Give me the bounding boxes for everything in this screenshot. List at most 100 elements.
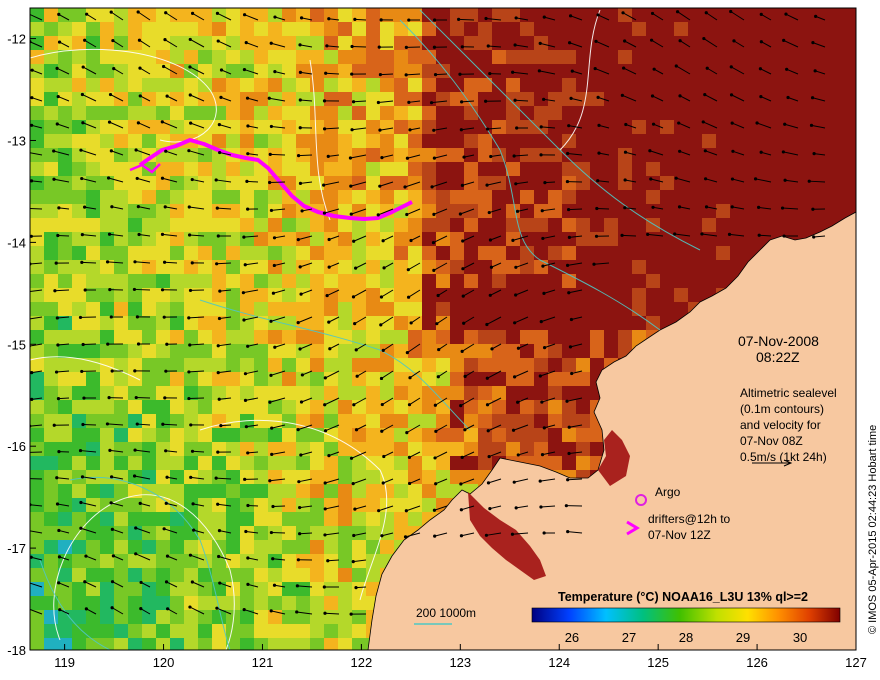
velocity-vector-head: [135, 176, 139, 181]
velocity-vector: [622, 234, 637, 237]
sst-cell: [366, 428, 381, 443]
velocity-vector-head: [219, 95, 223, 99]
velocity-vector: [134, 288, 151, 291]
sst-cell: [674, 190, 689, 205]
sst-cell: [282, 470, 297, 485]
velocity-vector-head: [486, 429, 490, 433]
sst-cell: [534, 344, 549, 359]
colorbar-tick-label: 27: [622, 630, 636, 645]
sst-cell: [618, 246, 633, 261]
velocity-vector-head: [379, 323, 383, 327]
sst-cell: [128, 64, 143, 79]
sst-cell: [366, 484, 381, 499]
sst-cell: [352, 358, 367, 373]
velocity-vector-head: [784, 12, 788, 16]
sst-cell: [198, 358, 213, 373]
sst-cell: [170, 218, 185, 233]
sst-cell: [240, 330, 255, 345]
sst-cell: [198, 344, 213, 359]
sst-cell: [632, 274, 647, 289]
velocity-vector-head: [783, 122, 787, 126]
velocity-vector-head: [83, 205, 87, 209]
sst-cell: [324, 134, 339, 149]
velocity-vector-head: [379, 376, 384, 381]
sst-cell: [212, 400, 227, 415]
sst-cell: [394, 134, 409, 149]
sst-cell: [282, 344, 297, 359]
sst-cell: [170, 372, 185, 387]
velocity-vector-head: [218, 581, 222, 585]
sst-cell: [296, 78, 311, 93]
sst-cell: [534, 232, 549, 247]
sst-cell: [786, 50, 801, 65]
velocity-vector-head: [514, 16, 518, 20]
sst-cell: [632, 50, 647, 65]
sst-cell: [464, 386, 479, 401]
sst-cell: [226, 568, 241, 583]
velocity-vector-head: [326, 559, 330, 563]
sst-cell: [100, 36, 115, 51]
sst-cell: [828, 92, 843, 107]
velocity-vector-head: [190, 261, 194, 265]
sst-cell: [758, 106, 773, 121]
velocity-vector-head: [597, 123, 601, 127]
velocity-vector-head: [729, 93, 734, 97]
velocity-vector-head: [216, 450, 220, 454]
sst-cell: [226, 400, 241, 415]
sst-cell: [30, 260, 45, 275]
sst-cell: [310, 414, 325, 429]
sst-cell: [30, 162, 45, 177]
sst-cell: [338, 540, 353, 555]
sst-cell: [226, 204, 241, 219]
velocity-vector-head: [459, 482, 463, 486]
velocity-vector-head: [300, 209, 304, 213]
sst-cell: [170, 274, 185, 289]
sst-cell: [548, 106, 563, 121]
sst-cell: [632, 232, 647, 247]
velocity-vector-head: [811, 207, 815, 211]
sst-cell: [660, 50, 675, 65]
velocity-vector-head: [105, 260, 110, 264]
sst-cell: [324, 512, 339, 527]
sst-cell: [744, 162, 759, 177]
sst-cell: [562, 400, 577, 415]
velocity-vector-head: [516, 400, 520, 404]
sst-cell: [128, 204, 143, 219]
sst-cell: [366, 316, 381, 331]
sst-cell: [758, 162, 773, 177]
sst-cell: [394, 512, 409, 527]
velocity-vector: [596, 207, 610, 210]
sst-cell: [800, 8, 815, 23]
sst-cell: [436, 162, 451, 177]
velocity-vector-head: [323, 481, 327, 485]
velocity-vector-head: [298, 265, 302, 269]
sst-cell: [254, 106, 269, 121]
sst-cell: [660, 8, 675, 23]
velocity-vector-head: [541, 236, 545, 241]
velocity-vector-head: [26, 607, 29, 610]
sst-cell: [282, 50, 297, 65]
sst-cell: [352, 386, 367, 401]
sst-cell: [114, 106, 129, 121]
sst-cell: [212, 456, 227, 471]
velocity-vector-head: [327, 454, 331, 458]
sst-cell: [352, 274, 367, 289]
sst-map: 119 120 121 122 123 124 125 126 127 -12-13-14-15…: [7, 7, 879, 670]
sst-cell: [702, 274, 717, 289]
sst-cell: [688, 78, 703, 93]
sst-cell: [842, 8, 856, 23]
sst-cell: [408, 288, 423, 303]
sst-cell: [520, 92, 535, 107]
velocity-vector-head: [381, 481, 385, 485]
sst-cell: [422, 162, 437, 177]
velocity-vector-head: [164, 369, 168, 373]
sst-cell: [450, 442, 465, 457]
sst-cell: [324, 596, 339, 611]
sst-cell: [478, 274, 493, 289]
sst-cell: [226, 190, 241, 205]
velocity-vector-head: [405, 156, 410, 160]
sst-cell: [576, 50, 591, 65]
sst-cell: [422, 414, 437, 429]
sst-cell: [58, 442, 73, 457]
sst-cell: [324, 190, 339, 205]
